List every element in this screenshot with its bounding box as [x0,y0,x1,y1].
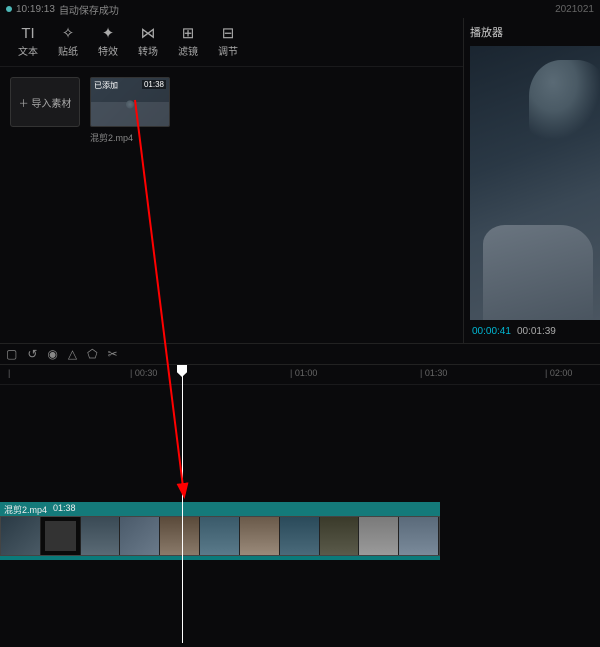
frame-thumb [200,517,240,555]
status-dot-icon [6,6,12,12]
ruler-tick: | 00:30 [130,368,157,378]
playhead[interactable] [182,365,183,643]
tab-text[interactable]: TI 文本 [8,22,48,62]
sticker-icon: ✧ [62,26,75,41]
tab-label: 转场 [138,43,158,58]
preview-header: 播放器 [470,24,600,46]
clip-thumbnail[interactable]: 已添加 01:38 [90,77,170,127]
tab-filter[interactable]: ⊞ 滤镜 [168,22,208,62]
media-clip[interactable]: 已添加 01:38 混剪2.mp4 [90,77,170,144]
tab-label: 调节 [218,43,238,58]
tab-effects[interactable]: ✦ 特效 [88,22,128,62]
crop-icon[interactable]: ✂ [108,347,118,361]
tab-label: 特效 [98,43,118,58]
media-panel: TI 文本 ✧ 贴纸 ✦ 特效 ⋈ 转场 ⊞ 滤镜 ⊟ 调节 [0,18,464,343]
mirror-icon[interactable]: △ [68,347,77,361]
date-display: 2021021 [555,4,594,15]
transition-icon: ⋈ [141,26,156,41]
text-icon: TI [21,26,34,41]
frame-thumb [280,517,320,555]
total-time: 00:01:39 [517,326,556,337]
clip-filename: 混剪2.mp4 [90,131,170,144]
clip-duration: 01:38 [142,80,166,89]
track-thumbnails[interactable] [0,516,440,556]
undo-icon[interactable]: ↺ [27,347,37,361]
ruler-tick: | [8,368,10,378]
time-display: 00:00:41 00:01:39 [470,320,600,343]
record-icon[interactable]: ◉ [47,347,57,361]
timeline-tracks[interactable]: 混剪2.mp4 01:38 [0,385,600,645]
status-timestamp: 10:19:13 [16,4,55,15]
ruler-tick: | 01:30 [420,368,447,378]
effects-icon: ✦ [102,26,115,41]
track-clip-label-bar: 混剪2.mp4 01:38 [0,502,440,516]
title-bar: 10:19:13 自动保存成功 2021021 [0,0,600,18]
preview-viewport[interactable] [470,46,600,320]
tab-adjust[interactable]: ⊟ 调节 [208,22,248,62]
adjust-icon: ⊟ [222,26,235,41]
frame-thumb [1,517,41,555]
frame-thumb [81,517,121,555]
tab-label: 贴纸 [58,43,78,58]
frame-thumb [41,517,81,555]
import-label: ＋ 导入素材 [19,95,72,110]
frame-thumb [359,517,399,555]
track-clip-duration: 01:38 [53,503,76,515]
current-time: 00:00:41 [472,326,511,337]
status-text: 自动保存成功 [59,2,119,17]
media-bin[interactable]: ＋ 导入素材 已添加 01:38 混剪2.mp4 [0,67,463,343]
tool-tabs: TI 文本 ✧ 贴纸 ✦ 特效 ⋈ 转场 ⊞ 滤镜 ⊟ 调节 [0,18,463,67]
rotate-icon[interactable]: ⬠ [87,347,97,361]
tab-sticker[interactable]: ✧ 贴纸 [48,22,88,62]
tab-label: 文本 [18,43,38,58]
timeline-toolbar: ▢ ↺ ◉ △ ⬠ ✂ [0,343,600,365]
status-area: 10:19:13 自动保存成功 [6,2,119,17]
main-area: TI 文本 ✧ 贴纸 ✦ 特效 ⋈ 转场 ⊞ 滤镜 ⊟ 调节 [0,18,600,343]
tab-label: 滤镜 [178,43,198,58]
frame-thumb [320,517,360,555]
ruler-tick: | 02:00 [545,368,572,378]
select-tool-icon[interactable]: ▢ [6,347,17,361]
preview-panel: 播放器 00:00:41 00:01:39 [464,18,600,343]
frame-thumb [399,517,439,555]
tab-transition[interactable]: ⋈ 转场 [128,22,168,62]
frame-thumb [120,517,160,555]
frame-thumb [160,517,200,555]
video-track-clip[interactable]: 混剪2.mp4 01:38 [0,502,440,560]
filter-icon: ⊞ [182,26,195,41]
frame-thumb [240,517,280,555]
clip-added-badge: 已添加 [94,80,118,91]
ruler-tick: | 01:00 [290,368,317,378]
track-audio-strip [0,556,440,560]
track-clip-name: 混剪2.mp4 [4,503,47,515]
import-media-button[interactable]: ＋ 导入素材 [10,77,80,127]
timeline-ruler[interactable]: | | 00:30 | 01:00 | 01:30 | 02:00 [0,365,600,385]
